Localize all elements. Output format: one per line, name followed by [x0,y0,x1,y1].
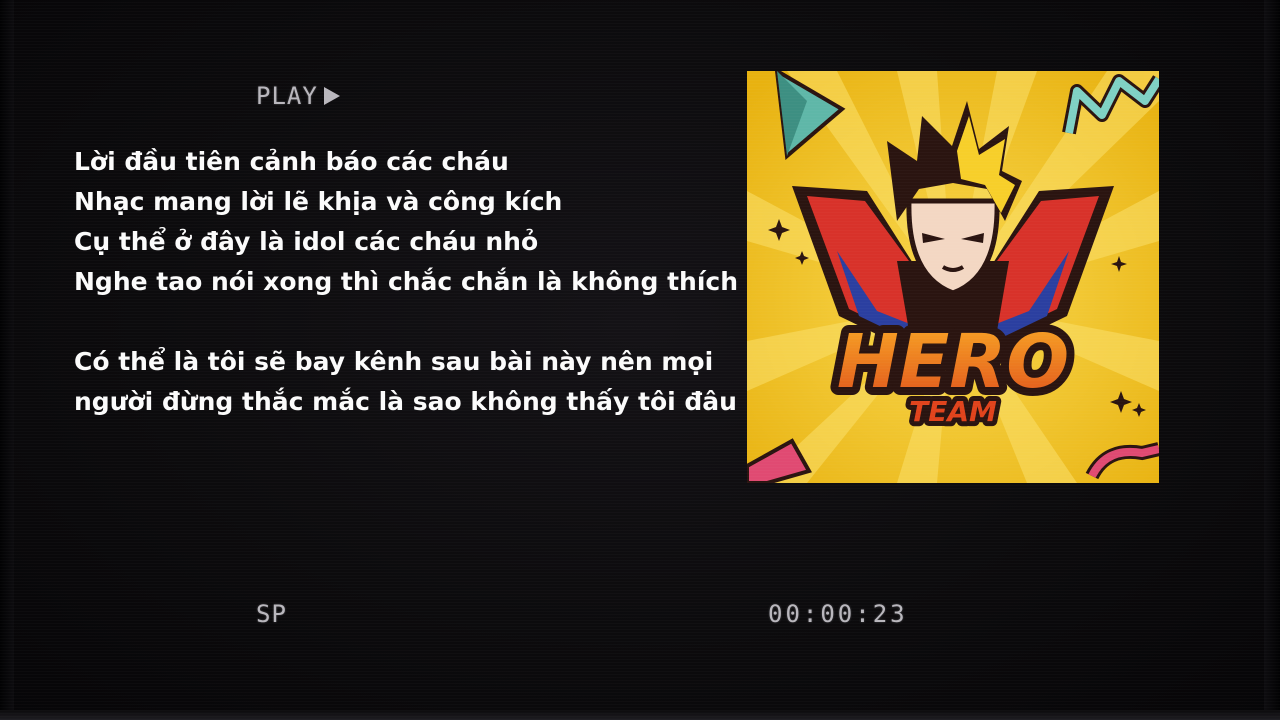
osd-play-indicator: PLAY [256,82,340,110]
lyric-line: Nhạc mang lời lẽ khịa và công kích [74,187,563,216]
vhs-left-edge [0,0,14,720]
lyric-line: Nghe tao nói xong thì chắc chắn là không… [74,267,739,296]
vhs-screen: PLAY Lời đầu tiên cảnh báo các cháu Nhạc… [0,0,1280,720]
lyric-line: Lời đầu tiên cảnh báo các cháu [74,147,509,176]
logo-main-text: HERO [837,319,1069,405]
lyric-line: Có thể là tôi sẽ bay kênh sau bài này nê… [74,347,714,376]
logo-sub-text: TEAM [909,395,997,428]
lyrics-block: Lời đầu tiên cảnh báo các cháu Nhạc mang… [74,142,739,422]
play-triangle-icon [323,87,340,105]
vhs-right-edge [1264,0,1280,720]
hero-team-logo: HERO HERO TEAM TEAM [747,71,1159,483]
vhs-bottom-edge [0,710,1280,720]
stanza-gap [74,302,734,342]
lyric-line: người đừng thắc mắc là sao không thấy tô… [74,387,737,416]
play-label: PLAY [256,82,318,110]
osd-timecode: 00:00:23 [768,600,908,628]
osd-tape-speed: SP [256,600,287,628]
cover-art: HERO HERO TEAM TEAM [747,71,1159,483]
lyric-line: Cụ thể ở đây là idol các cháu nhỏ [74,227,539,256]
